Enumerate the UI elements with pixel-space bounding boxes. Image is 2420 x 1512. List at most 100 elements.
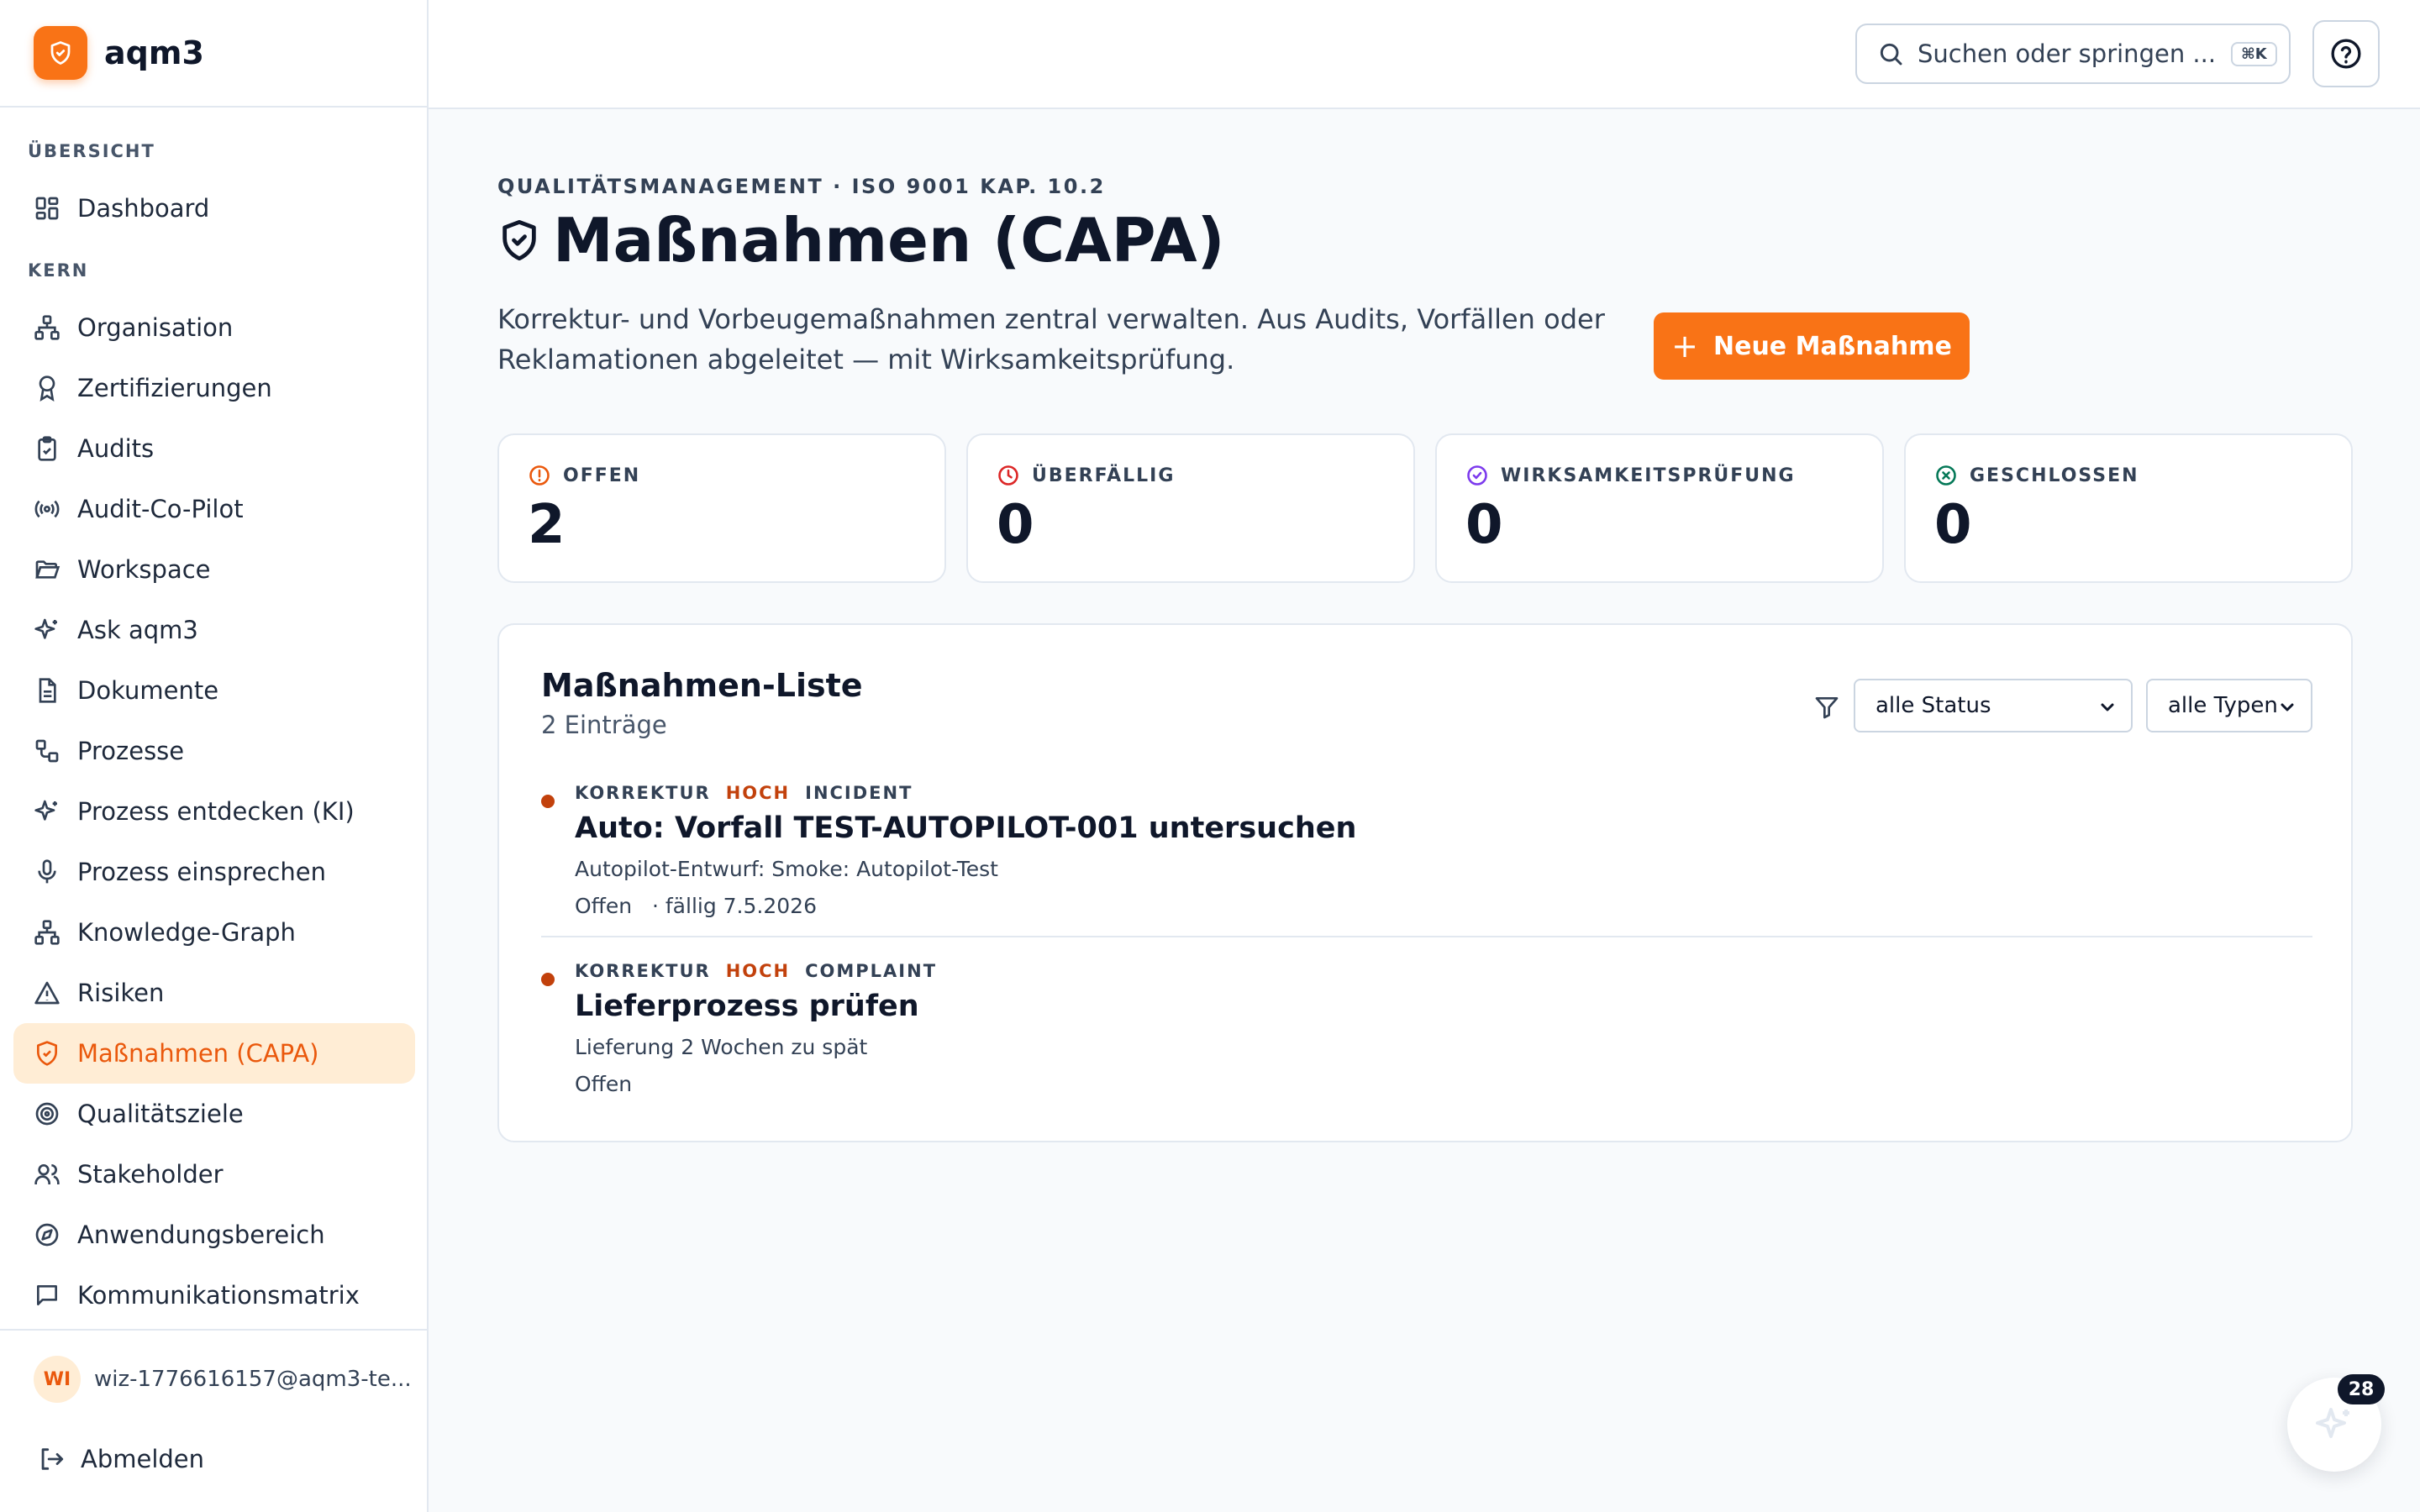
sidebar-item-kommunikationsmatrix[interactable]: Kommunikationsmatrix bbox=[13, 1265, 415, 1326]
plus-icon: + bbox=[1671, 328, 1698, 365]
sidebar-item-label: Audit-Co-Pilot bbox=[77, 495, 244, 523]
user-menu[interactable]: WI wiz-1776616157@aqm3-te... bbox=[34, 1356, 412, 1403]
new-measure-button[interactable]: + Neue Maßnahme bbox=[1654, 312, 1970, 380]
sparkles-icon bbox=[34, 618, 57, 639]
sidebar-item-workspace[interactable]: Workspace bbox=[13, 539, 415, 600]
new-measure-label: Neue Maßnahme bbox=[1713, 331, 1952, 361]
brand-logo-icon bbox=[34, 26, 87, 80]
help-circle-icon bbox=[2331, 39, 2361, 69]
logout-button[interactable]: Abmelden bbox=[37, 1445, 204, 1473]
sidebar-item-label: Stakeholder bbox=[77, 1160, 224, 1189]
type-filter-value: alle Typen bbox=[2168, 693, 2278, 718]
item-tags: KORREKTUR HOCH INCIDENT bbox=[575, 783, 928, 803]
list-count: 2 Einträge bbox=[541, 711, 667, 739]
sidebar-item-dokumente[interactable]: Dokumente bbox=[13, 660, 415, 721]
page-title: Maßnahmen (CAPA) bbox=[553, 205, 1225, 276]
status-filter-value: alle Status bbox=[1876, 693, 1991, 718]
tag-priority: HOCH bbox=[725, 783, 791, 803]
item-due-date: · fällig 7.5.2026 bbox=[651, 894, 817, 918]
shield-check-icon bbox=[502, 219, 536, 261]
help-button[interactable] bbox=[2312, 20, 2380, 87]
sidebar-item-knowledge-graph[interactable]: Knowledge-Graph bbox=[13, 902, 415, 963]
page-description: Korrektur- und Vorbeugemaßnahmen zentral… bbox=[497, 303, 1605, 375]
item-tags: KORREKTUR HOCH COMPLAINT bbox=[575, 961, 952, 981]
item-status: Offen bbox=[575, 894, 633, 918]
folder-open-icon bbox=[35, 560, 60, 579]
sidebar-item-label: Knowledge-Graph bbox=[77, 918, 296, 947]
sidebar-item-label: Maßnahmen (CAPA) bbox=[77, 1039, 319, 1068]
sidebar-item-audit-co-pilot[interactable]: Audit-Co-Pilot bbox=[13, 479, 415, 539]
sidebar-item-label: Prozesse bbox=[77, 737, 185, 765]
sidebar-item-label: Audits bbox=[77, 434, 155, 463]
sidebar: aqm3 ÜBERSICHT Dashboard KERN Organisati… bbox=[0, 0, 429, 1512]
sidebar-item-risiken[interactable]: Risiken bbox=[13, 963, 415, 1023]
topbar: Suchen oder springen ... ⌘K bbox=[429, 0, 2420, 109]
tag-type: KORREKTUR bbox=[575, 783, 711, 803]
sidebar-item-zertifizierungen[interactable]: Zertifizierungen bbox=[13, 358, 415, 418]
list-title: Maßnahmen-Liste bbox=[541, 667, 863, 704]
sidebar-item-massnahmen-capa[interactable]: Maßnahmen (CAPA) bbox=[13, 1023, 415, 1084]
sidebar-item-dashboard[interactable]: Dashboard bbox=[13, 178, 415, 239]
sparkles-icon bbox=[34, 800, 57, 821]
clipboard-check-icon bbox=[38, 436, 56, 461]
sidebar-item-label: Risiken bbox=[77, 979, 165, 1007]
radio-broadcast-icon bbox=[34, 500, 60, 518]
chevron-down-icon bbox=[2281, 703, 2294, 711]
sidebar-item-organisation[interactable]: Organisation bbox=[13, 297, 415, 358]
network-icon bbox=[34, 920, 60, 945]
chevron-down-icon bbox=[2101, 703, 2114, 711]
tag-priority: HOCH bbox=[725, 961, 791, 981]
priority-dot bbox=[541, 795, 555, 808]
brand[interactable]: aqm3 bbox=[0, 0, 427, 108]
stat-label: GESCHLOSSEN bbox=[1970, 465, 2139, 486]
check-circle-icon bbox=[1467, 465, 1487, 486]
sidebar-item-label: Prozess entdecken (KI) bbox=[77, 797, 355, 826]
avatar: WI bbox=[34, 1356, 81, 1403]
tag-source: COMPLAINT bbox=[805, 961, 938, 981]
sidebar-item-label: Prozess einsprechen bbox=[77, 858, 326, 886]
sidebar-item-anwendungsbereich[interactable]: Anwendungsbereich bbox=[13, 1205, 415, 1265]
sidebar-item-prozess-einsprechen[interactable]: Prozess einsprechen bbox=[13, 842, 415, 902]
sidebar-item-label: Dashboard bbox=[77, 194, 210, 223]
sidebar-item-ask-aqm3[interactable]: Ask aqm3 bbox=[13, 600, 415, 660]
logout-icon bbox=[41, 1448, 64, 1470]
tag-source: INCIDENT bbox=[805, 783, 913, 803]
search-placeholder: Suchen oder springen ... bbox=[1918, 39, 2217, 68]
compass-icon bbox=[35, 1223, 59, 1247]
award-icon bbox=[39, 375, 55, 402]
assistant-badge: 28 bbox=[2338, 1374, 2385, 1404]
sidebar-item-prozesse[interactable]: Prozesse bbox=[13, 721, 415, 781]
page-eyebrow: QUALITÄTSMANAGEMENT · ISO 9001 KAP. 10.2 bbox=[497, 175, 1106, 198]
sidebar-footer: WI wiz-1776616157@aqm3-te... Abmelden bbox=[0, 1329, 427, 1512]
search-icon bbox=[1880, 43, 1902, 66]
status-filter-select[interactable]: alle Status bbox=[1854, 679, 2133, 732]
sidebar-item-prozess-entdecken[interactable]: Prozess entdecken (KI) bbox=[13, 781, 415, 842]
item-subtitle: Autopilot-Entwurf: Smoke: Autopilot-Test bbox=[575, 857, 998, 881]
sparkles-icon bbox=[2316, 1408, 2349, 1438]
search-input[interactable]: Suchen oder springen ... ⌘K bbox=[1855, 24, 2291, 84]
item-meta: Offen bbox=[575, 1072, 632, 1096]
stat-value: 0 bbox=[997, 494, 1034, 556]
stat-value: 0 bbox=[1465, 494, 1503, 556]
dashboard-icon bbox=[35, 197, 59, 220]
sidebar-item-label: Zertifizierungen bbox=[77, 374, 272, 402]
sidebar-item-qualitaetsziele[interactable]: Qualitätsziele bbox=[13, 1084, 415, 1144]
target-icon bbox=[35, 1102, 59, 1126]
item-title: Lieferprozess prüfen bbox=[575, 990, 919, 1023]
stat-label: WIRKSAMKEITSPRÜFUNG bbox=[1501, 465, 1796, 486]
clock-icon bbox=[998, 465, 1018, 486]
x-circle-icon bbox=[1936, 465, 1956, 486]
list-divider bbox=[541, 936, 2312, 937]
stat-card-closed: GESCHLOSSEN 0 bbox=[1904, 433, 2353, 583]
logout-label: Abmelden bbox=[81, 1445, 205, 1473]
org-chart-icon bbox=[34, 315, 60, 340]
warning-triangle-icon bbox=[34, 981, 60, 1005]
list-item[interactable]: KORREKTUR HOCH INCIDENT Auto: Vorfall TE… bbox=[541, 774, 2312, 926]
type-filter-select[interactable]: alle Typen bbox=[2146, 679, 2312, 732]
sidebar-item-audits[interactable]: Audits bbox=[13, 418, 415, 479]
stat-value: 0 bbox=[1934, 494, 1972, 556]
list-item[interactable]: KORREKTUR HOCH COMPLAINT Lieferprozess p… bbox=[541, 953, 2312, 1104]
sidebar-item-stakeholder[interactable]: Stakeholder bbox=[13, 1144, 415, 1205]
sidebar-item-label: Ask aqm3 bbox=[77, 616, 198, 644]
microphone-icon bbox=[38, 859, 56, 884]
